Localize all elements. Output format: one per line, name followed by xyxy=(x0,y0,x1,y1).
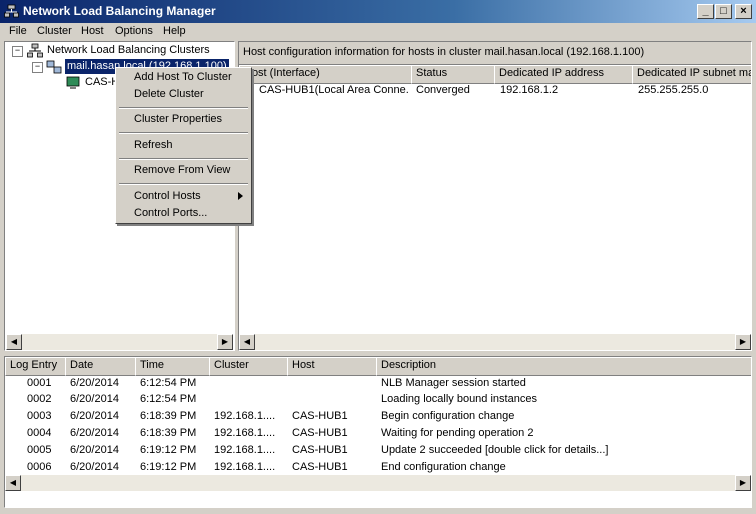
menu-item-control-hosts[interactable]: Control Hosts xyxy=(134,190,201,203)
menu-file[interactable]: File xyxy=(9,25,27,38)
menu-separator xyxy=(119,183,248,185)
title-bar[interactable]: Network Load Balancing Manager _ □ × xyxy=(0,0,756,23)
log-entry-cell: 0006 xyxy=(27,461,52,473)
column-header-date[interactable]: Date xyxy=(65,357,141,376)
log-time-cell: 6:19:12 PM xyxy=(140,444,197,456)
menu-help[interactable]: Help xyxy=(163,25,186,38)
log-entry-cell: 0005 xyxy=(27,444,52,456)
log-time-cell: 6:19:12 PM xyxy=(140,461,197,473)
column-header-log-entry[interactable]: Log Entry xyxy=(5,357,71,376)
log-time-cell: 6:18:39 PM xyxy=(140,427,197,439)
log-cluster-cell: 192.168.1.... xyxy=(214,444,276,456)
collapse-icon[interactable]: − xyxy=(32,62,43,73)
log-horizontal-scrollbar[interactable]: ◀ ▶ xyxy=(5,475,751,491)
minimize-button[interactable]: _ xyxy=(697,4,714,19)
collapse-icon[interactable]: − xyxy=(12,46,23,57)
hosts-horizontal-scrollbar[interactable]: ◀ ▶ xyxy=(239,334,751,350)
host-computer-icon xyxy=(66,76,80,89)
close-button[interactable]: × xyxy=(735,4,752,19)
column-header-host[interactable]: Host xyxy=(287,357,382,376)
network-clusters-icon xyxy=(27,43,43,58)
cluster-icon xyxy=(46,60,62,74)
scroll-right-button[interactable]: ▶ xyxy=(217,334,233,350)
column-header-dedicated-ip[interactable]: Dedicated IP address xyxy=(494,65,638,84)
log-date-cell: 6/20/2014 xyxy=(70,427,119,439)
tree-root-label[interactable]: Network Load Balancing Clusters xyxy=(47,43,210,58)
menu-item-refresh[interactable]: Refresh xyxy=(134,139,173,152)
log-entry-cell: 0002 xyxy=(27,393,52,405)
submenu-arrow-icon xyxy=(238,192,243,200)
log-cluster-cell: 192.168.1.... xyxy=(214,461,276,473)
log-description-cell: NLB Manager session started xyxy=(381,377,526,389)
log-host-cell: CAS-HUB1 xyxy=(292,427,348,439)
log-description-cell: Waiting for pending operation 2 xyxy=(381,427,534,439)
menu-item-add-host[interactable]: Add Host To Cluster xyxy=(134,71,232,84)
log-date-cell: 6/20/2014 xyxy=(70,461,119,473)
scroll-left-button[interactable]: ◀ xyxy=(5,475,21,491)
menu-separator xyxy=(119,158,248,160)
log-entry-cell: 0001 xyxy=(27,377,52,389)
column-header-subnet-mask[interactable]: Dedicated IP subnet mask xyxy=(632,65,751,84)
scroll-right-button[interactable]: ▶ xyxy=(735,475,751,491)
menu-separator xyxy=(119,107,248,109)
network-icon xyxy=(4,4,19,18)
log-entry-cell: 0004 xyxy=(27,427,52,439)
log-description-cell: Update 2 succeeded [double click for det… xyxy=(381,444,609,456)
host-status-cell: Converged xyxy=(416,84,470,96)
log-date-cell: 6/20/2014 xyxy=(70,410,119,422)
log-description-cell: Begin configuration change xyxy=(381,410,515,422)
menu-options[interactable]: Options xyxy=(115,25,153,38)
menu-item-cluster-properties[interactable]: Cluster Properties xyxy=(134,113,222,126)
log-date-cell: 6/20/2014 xyxy=(70,393,119,405)
log-host-cell: CAS-HUB1 xyxy=(292,461,348,473)
scroll-left-button[interactable]: ◀ xyxy=(6,334,22,350)
log-time-cell: 6:12:54 PM xyxy=(140,377,197,389)
scroll-left-button[interactable]: ◀ xyxy=(239,334,255,350)
tree-horizontal-scrollbar[interactable]: ◀ ▶ xyxy=(6,334,233,350)
menu-item-control-ports[interactable]: Control Ports... xyxy=(134,207,207,220)
column-header-description[interactable]: Description xyxy=(376,357,751,376)
menu-cluster[interactable]: Cluster xyxy=(37,25,72,38)
host-ip-cell: 192.168.1.2 xyxy=(500,84,559,96)
column-header-cluster[interactable]: Cluster xyxy=(209,357,293,376)
menu-item-delete-cluster[interactable]: Delete Cluster xyxy=(134,88,204,101)
column-header-host[interactable]: Host (Interface) xyxy=(239,65,417,84)
log-date-cell: 6/20/2014 xyxy=(70,377,119,389)
cluster-context-menu: Add Host To Cluster Delete Cluster Clust… xyxy=(115,67,252,224)
menu-item-remove-from-view[interactable]: Remove From View xyxy=(134,164,230,177)
hosts-panel-title: Host configuration information for hosts… xyxy=(243,46,645,58)
maximize-button[interactable]: □ xyxy=(715,4,732,19)
host-subnet-cell: 255.255.255.0 xyxy=(638,84,709,96)
log-entry-cell: 0003 xyxy=(27,410,52,422)
window-title: Network Load Balancing Manager xyxy=(23,4,216,18)
hosts-list[interactable]: Host (Interface) Status Dedicated IP add… xyxy=(239,64,751,350)
scroll-right-button[interactable]: ▶ xyxy=(735,334,751,350)
log-date-cell: 6/20/2014 xyxy=(70,444,119,456)
column-header-time[interactable]: Time xyxy=(135,357,215,376)
column-header-status[interactable]: Status xyxy=(411,65,500,84)
log-time-cell: 6:12:54 PM xyxy=(140,393,197,405)
menu-bar: File Cluster Host Options Help xyxy=(0,23,756,41)
log-cluster-cell: 192.168.1.... xyxy=(214,427,276,439)
menu-host[interactable]: Host xyxy=(81,25,104,38)
log-description-cell: End configuration change xyxy=(381,461,506,473)
menu-separator xyxy=(119,132,248,134)
host-interface-cell: CAS-HUB1(Local Area Conne... xyxy=(259,84,409,96)
log-cluster-cell: 192.168.1.... xyxy=(214,410,276,422)
log-host-cell: CAS-HUB1 xyxy=(292,444,348,456)
log-description-cell: Loading locally bound instances xyxy=(381,393,537,405)
hosts-panel: Host configuration information for hosts… xyxy=(238,41,752,351)
log-host-cell: CAS-HUB1 xyxy=(292,410,348,422)
log-time-cell: 6:18:39 PM xyxy=(140,410,197,422)
log-list[interactable]: Log Entry Date Time Cluster Host Descrip… xyxy=(4,356,752,508)
